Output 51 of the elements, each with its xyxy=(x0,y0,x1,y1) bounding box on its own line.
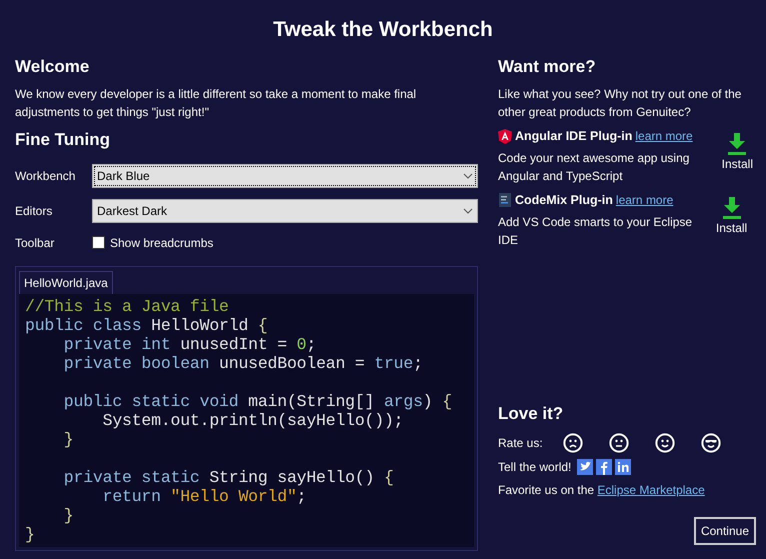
sunglasses-face-icon[interactable] xyxy=(700,432,721,452)
learn-more-link[interactable]: learn more xyxy=(635,127,693,146)
neutral-face-icon[interactable] xyxy=(608,432,629,452)
bird-icon[interactable] xyxy=(577,458,594,474)
in-logo-icon[interactable] xyxy=(615,458,632,474)
section-heading: Want more? xyxy=(498,56,597,78)
f-logo-icon[interactable] xyxy=(596,458,612,474)
code-line: private static String sayHello() { xyxy=(62,468,395,486)
page-title: Tweak the Workbench xyxy=(272,17,494,43)
code-line: return "Hello World"; xyxy=(102,486,308,506)
checkbox-label[interactable]: Show breadcrumbs xyxy=(110,234,214,252)
code-line: public static void main(String[] args) { xyxy=(62,392,453,410)
learn-more-link[interactable]: learn more xyxy=(616,191,674,210)
setting-label: Toolbar xyxy=(15,234,56,252)
code-line: private int unusedInt = 0; xyxy=(62,334,318,354)
shield-logo-icon xyxy=(498,128,512,144)
install-button[interactable]: Install xyxy=(710,196,753,248)
favorite-text: Favorite us on the Eclipse Marketplace xyxy=(498,482,706,498)
document-logo-icon xyxy=(498,192,512,208)
setting-label: Workbench xyxy=(15,168,76,185)
plugin-name: CodeMix Plug-in xyxy=(515,192,613,209)
welcome-text: We know every developer is a little different so take a moment to make final adjustments to get things "just right!" xyxy=(15,86,418,121)
smile-face-icon[interactable] xyxy=(654,432,675,452)
download-icon xyxy=(722,196,741,219)
code-line: } xyxy=(62,506,75,524)
code-line: } xyxy=(25,524,36,544)
sad-face-icon[interactable] xyxy=(562,432,583,452)
rate-label: Rate us: xyxy=(498,434,543,452)
dropdown[interactable]: Darkest Dark xyxy=(92,199,478,223)
code-line: } xyxy=(62,430,75,448)
setting-label: Editors xyxy=(15,203,54,220)
caret-icon xyxy=(463,208,473,214)
download-icon xyxy=(728,133,746,155)
continue-button[interactable]: Continue xyxy=(694,516,756,544)
section-heading: Welcome xyxy=(15,56,90,78)
section-heading: Fine Tuning xyxy=(15,129,112,151)
code-line: System.out.println(sayHello()); xyxy=(102,410,404,430)
code-line: private boolean unusedBoolean = true; xyxy=(62,354,424,372)
plugin-description: Add VS Code smarts to your Eclipse IDE xyxy=(498,214,694,248)
code-line: public class HelloWorld { xyxy=(25,316,269,334)
intro-text: Like what you see? Why not try out one of the other great products from Genuitec? xyxy=(498,86,742,121)
dropdown[interactable]: Dark Blue xyxy=(92,164,478,188)
code-line: //This is a Java file xyxy=(25,296,230,316)
checkbox[interactable] xyxy=(92,236,105,249)
section-heading: Love it? xyxy=(498,403,564,425)
install-button[interactable]: Install xyxy=(722,133,753,185)
plugin-name: Angular IDE Plug-in xyxy=(515,128,632,145)
caret-icon xyxy=(463,173,473,179)
share-label: Tell the world! xyxy=(498,458,572,476)
marketplace-link[interactable]: Eclipse Marketplace xyxy=(597,482,705,496)
plugin-description: Code your next awesome app using Angular and TypeScript xyxy=(498,150,690,185)
